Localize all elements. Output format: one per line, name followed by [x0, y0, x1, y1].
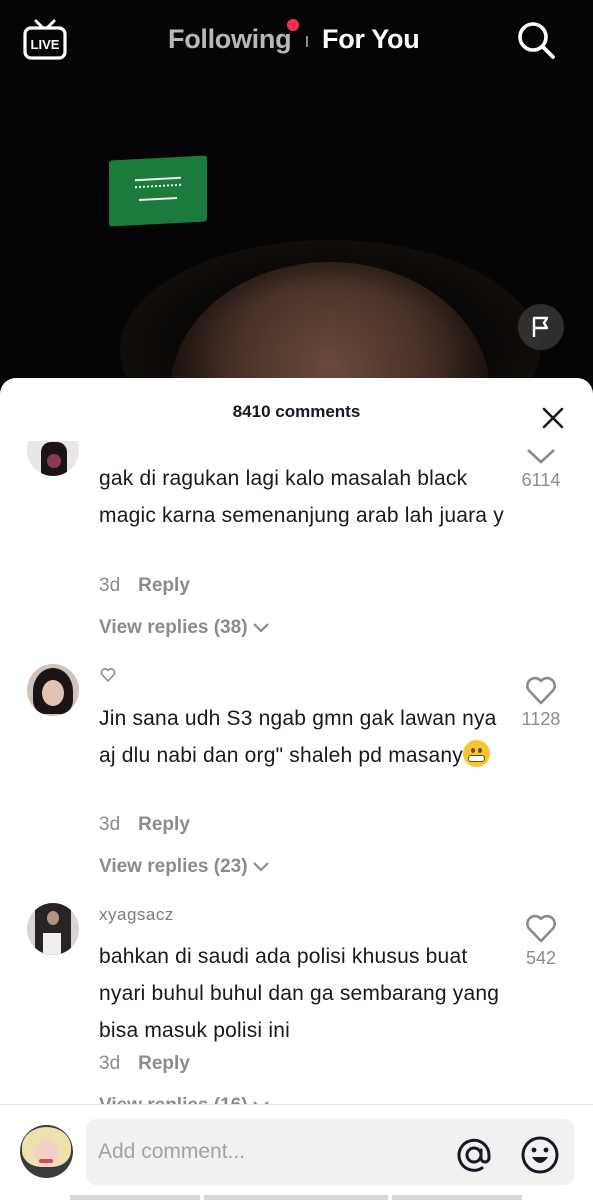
creator-liked-heart-icon: [100, 668, 116, 682]
view-replies-label: View replies (38): [99, 617, 248, 638]
new-content-dot: [287, 19, 299, 31]
tab-for-you[interactable]: For You: [322, 24, 420, 55]
like-count: 6114: [521, 470, 561, 490]
comment-input-bar: [0, 1104, 593, 1200]
chevron-down-icon: [252, 862, 269, 872]
comments-sheet: 8410 comments gak di ragukan lagi kalo m…: [0, 378, 593, 1200]
reply-button[interactable]: Reply: [138, 575, 190, 596]
live-label: LIVE: [31, 37, 60, 52]
tab-divider: [306, 36, 308, 47]
comment-input[interactable]: [98, 1135, 438, 1169]
avatar[interactable]: [27, 441, 79, 476]
comment-time: 3d: [99, 1053, 121, 1074]
avatar[interactable]: [27, 903, 79, 955]
view-replies-button[interactable]: View replies (23): [99, 856, 270, 878]
grimacing-emoji-icon: [462, 740, 490, 767]
comment-username[interactable]: xyagsacz: [99, 905, 174, 925]
close-icon[interactable]: [540, 405, 566, 431]
at-mention-icon[interactable]: [454, 1135, 494, 1175]
comment-text: bahkan di saudi ada polisi khusus buat n…: [99, 945, 500, 1042]
search-icon[interactable]: [516, 20, 556, 60]
avatar[interactable]: [27, 664, 79, 716]
home-indicator: [204, 1195, 388, 1200]
like-count: 542: [525, 948, 557, 968]
report-button[interactable]: [518, 304, 564, 350]
heart-icon[interactable]: [524, 912, 558, 944]
comment-meta: 3d Reply: [99, 1053, 190, 1075]
reply-button[interactable]: Reply: [138, 1053, 190, 1074]
emoji-icon[interactable]: [520, 1135, 560, 1175]
reply-button[interactable]: Reply: [138, 814, 190, 835]
live-tv-icon[interactable]: LIVE: [22, 18, 68, 62]
heart-icon[interactable]: [524, 444, 558, 464]
chevron-down-icon: [252, 623, 269, 633]
comment-text: gak di ragukan lagi kalo masalah black m…: [99, 467, 504, 527]
comment-text: Jin sana udh S3 ngab gmn gak lawan nya a…: [99, 707, 497, 767]
home-indicator: [70, 1195, 200, 1200]
like-count: 1128: [521, 709, 561, 729]
comments-count-title: 8410 comments: [232, 402, 361, 421]
comment-time: 3d: [99, 575, 121, 596]
comment-meta: 3d Reply: [99, 814, 190, 836]
comment-input-container[interactable]: [86, 1119, 574, 1185]
heart-icon[interactable]: [524, 674, 558, 706]
tab-following[interactable]: Following: [168, 24, 292, 55]
saudi-flag-sticker: [109, 155, 207, 227]
avatar[interactable]: [20, 1125, 73, 1178]
comment-time: 3d: [99, 814, 121, 835]
comment-meta: 3d Reply: [99, 575, 190, 597]
home-indicator: [392, 1195, 522, 1200]
view-replies-button[interactable]: View replies (38): [99, 617, 270, 639]
view-replies-label: View replies (23): [99, 856, 248, 877]
top-navigation: LIVE Following For You: [0, 0, 593, 80]
report-flag-icon: [532, 316, 549, 337]
video-shadow: [120, 240, 540, 400]
